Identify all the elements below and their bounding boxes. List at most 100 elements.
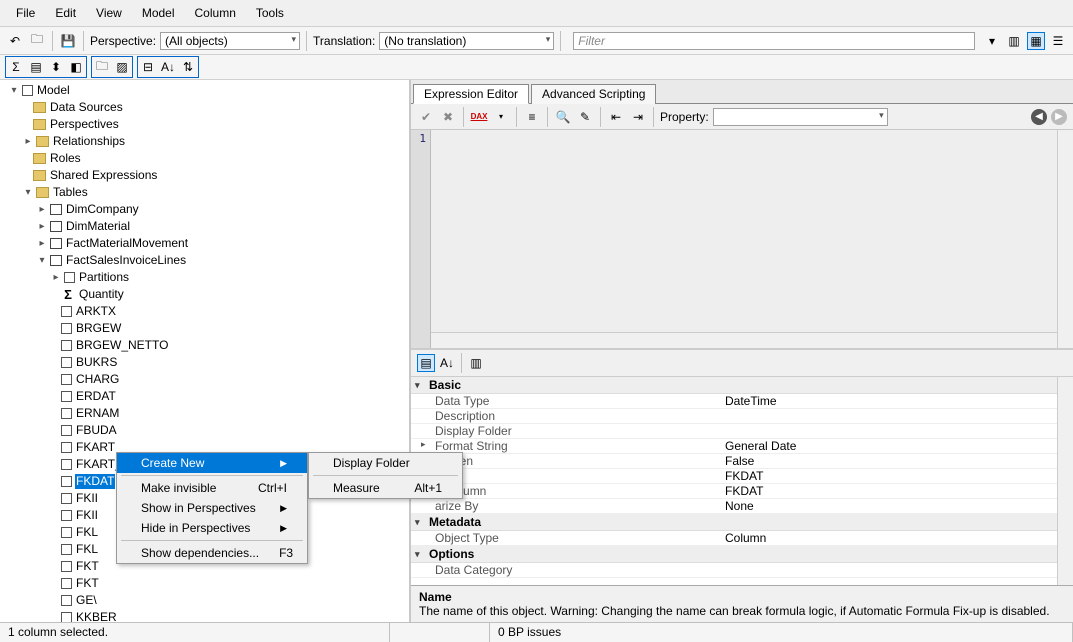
indent-icon[interactable]: ⇤ xyxy=(607,108,625,126)
tree-column[interactable]: BUKRS xyxy=(0,354,409,371)
menu-file[interactable]: File xyxy=(6,2,45,24)
tree-relationships[interactable]: Relationships xyxy=(52,134,126,149)
prop-val[interactable] xyxy=(725,563,1069,577)
editor-body[interactable] xyxy=(431,130,1073,348)
tree-column-label[interactable]: BRGEW_NETTO xyxy=(75,338,169,353)
tree-column-label[interactable]: FKT xyxy=(75,576,100,591)
ctx-sub-display-folder[interactable]: Display Folder xyxy=(309,453,462,473)
tree-column[interactable]: ARKTX xyxy=(0,303,409,320)
outdent-icon[interactable]: ⇥ xyxy=(629,108,647,126)
tree-column[interactable]: CHARG xyxy=(0,371,409,388)
menu-column[interactable]: Column xyxy=(185,2,246,24)
hierarchy-icon[interactable]: ⬍ xyxy=(46,57,66,77)
cat-options[interactable]: Options xyxy=(429,547,474,561)
tree-column[interactable]: ERNAM xyxy=(0,405,409,422)
sort-order-icon[interactable]: ⇅ xyxy=(178,57,198,77)
menu-edit[interactable]: Edit xyxy=(45,2,86,24)
tree-column-label[interactable]: FKT xyxy=(75,559,100,574)
tree-tables[interactable]: Tables xyxy=(52,185,89,200)
tree-column-label[interactable]: ERDAT xyxy=(75,389,117,404)
prop-val[interactable]: FKDAT xyxy=(725,484,1069,498)
view-mode-2-icon[interactable]: ▦ xyxy=(1027,32,1045,50)
translation-dropdown[interactable]: (No translation) xyxy=(379,32,554,50)
tree-column[interactable]: ERDAT xyxy=(0,388,409,405)
tree-model[interactable]: Model xyxy=(36,83,71,98)
perspective-dropdown[interactable]: (All objects) xyxy=(160,32,300,50)
editor-scrollbar-v[interactable] xyxy=(1057,130,1073,348)
tree-column-label[interactable]: FKII xyxy=(75,508,99,523)
tree-column-label[interactable]: CHARG xyxy=(75,372,120,387)
menu-model[interactable]: Model xyxy=(132,2,185,24)
tree-column-label[interactable]: FKII xyxy=(75,491,99,506)
nav-back-icon[interactable]: ◀ xyxy=(1031,109,1047,125)
folder-toggle-icon[interactable]: 🗀 xyxy=(92,57,112,77)
sort-columns-icon[interactable]: ⊟ xyxy=(138,57,158,77)
tree-partitions[interactable]: Partitions xyxy=(78,270,130,285)
accept-icon[interactable]: ✔ xyxy=(417,108,435,126)
column-icon[interactable]: ▤ xyxy=(26,57,46,77)
ctx-show-dependencies[interactable]: Show dependencies...F3 xyxy=(117,543,307,563)
propgrid-scrollbar-v[interactable] xyxy=(1057,377,1073,585)
forward-icon[interactable]: 🗀 xyxy=(28,32,46,50)
prop-val[interactable] xyxy=(725,424,1069,438)
back-icon[interactable]: ↶ xyxy=(6,32,24,50)
tab-expression-editor[interactable]: Expression Editor xyxy=(413,84,529,104)
menu-tools[interactable]: Tools xyxy=(246,2,294,24)
cube-icon[interactable]: ◧ xyxy=(66,57,86,77)
tree-measure[interactable]: Quantity xyxy=(78,287,125,302)
tree-table[interactable]: DimMaterial xyxy=(65,219,131,234)
ctx-sub-measure[interactable]: MeasureAlt+1 xyxy=(309,478,462,498)
comment-icon[interactable]: ≡ xyxy=(523,108,541,126)
tree-column-label[interactable]: FKART xyxy=(75,440,116,455)
tree-column[interactable]: KKBER xyxy=(0,609,409,622)
tree-shared-expressions[interactable]: Shared Expressions xyxy=(49,168,158,183)
tree-column-label[interactable]: ERNAM xyxy=(75,406,120,421)
menu-view[interactable]: View xyxy=(86,2,132,24)
property-dropdown[interactable] xyxy=(713,108,888,126)
replace-icon[interactable]: ✎ xyxy=(576,108,594,126)
tree-column[interactable]: GE\ xyxy=(0,592,409,609)
ctx-create-new[interactable]: Create New▶ xyxy=(117,453,307,473)
tree-column-label[interactable]: BRGEW xyxy=(75,321,122,336)
prop-val[interactable]: False xyxy=(725,454,1069,468)
tree-column-label[interactable]: FKDAT xyxy=(75,474,115,489)
prop-categorized-icon[interactable]: ▤ xyxy=(417,354,435,372)
tree-column-label[interactable]: FBUDA xyxy=(75,423,118,438)
tree-column[interactable]: BRGEW_NETTO xyxy=(0,337,409,354)
filter-icon[interactable]: ▾ xyxy=(983,32,1001,50)
tree-column[interactable]: FBUDA xyxy=(0,422,409,439)
tree-perspectives[interactable]: Perspectives xyxy=(49,117,120,132)
dropdown-icon[interactable]: ▾ xyxy=(492,108,510,126)
nav-forward-icon[interactable]: ▶ xyxy=(1051,109,1067,125)
ctx-show-in-perspectives[interactable]: Show in Perspectives▶ xyxy=(117,498,307,518)
tree-table[interactable]: FactSalesInvoiceLines xyxy=(65,253,187,268)
tree-data-sources[interactable]: Data Sources xyxy=(49,100,124,115)
hidden-toggle-icon[interactable]: ▨ xyxy=(112,57,132,77)
sigma-icon[interactable]: Σ xyxy=(6,57,26,77)
cat-metadata[interactable]: Metadata xyxy=(429,515,481,529)
prop-val[interactable]: Column xyxy=(725,531,1069,545)
tree-column-label[interactable]: FKL xyxy=(75,542,99,557)
prop-val[interactable]: FKDAT xyxy=(725,469,1069,483)
property-grid[interactable]: ▾Basic Data TypeDateTime Description Dis… xyxy=(411,377,1073,585)
sort-alpha-icon[interactable]: A↓ xyxy=(158,57,178,77)
prop-pages-icon[interactable]: ▥ xyxy=(467,354,485,372)
filter-input[interactable]: Filter xyxy=(573,32,975,50)
ctx-make-invisible[interactable]: Make invisibleCtrl+I xyxy=(117,478,307,498)
tree-column-label[interactable]: FKL xyxy=(75,525,99,540)
tree-table[interactable]: DimCompany xyxy=(65,202,140,217)
prop-val[interactable] xyxy=(725,409,1069,423)
cancel-icon[interactable]: ✖ xyxy=(439,108,457,126)
tree-column[interactable]: FKT xyxy=(0,575,409,592)
save-icon[interactable]: 💾 xyxy=(59,32,77,50)
tree-column[interactable]: BRGEW xyxy=(0,320,409,337)
tab-advanced-scripting[interactable]: Advanced Scripting xyxy=(531,84,656,104)
tree-roles[interactable]: Roles xyxy=(49,151,82,166)
prop-alpha-icon[interactable]: A↓ xyxy=(438,354,456,372)
cat-basic[interactable]: Basic xyxy=(429,378,461,392)
prop-val[interactable]: DateTime xyxy=(725,394,1069,408)
view-mode-1-icon[interactable]: ▥ xyxy=(1005,32,1023,50)
editor-scrollbar-h[interactable] xyxy=(431,332,1057,348)
ctx-hide-in-perspectives[interactable]: Hide in Perspectives▶ xyxy=(117,518,307,538)
view-mode-3-icon[interactable]: ☰ xyxy=(1049,32,1067,50)
